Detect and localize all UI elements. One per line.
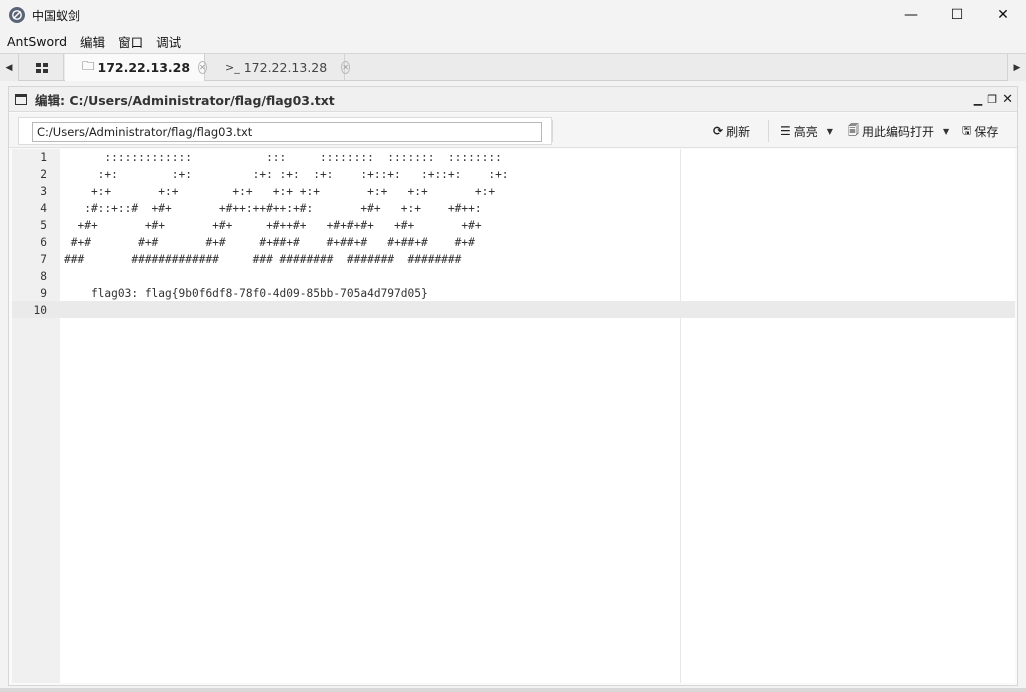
code-line: 4 :#::+::# +#+ +#++:++#++:+#: +#+ +:+ +#… [12,200,1015,217]
code-line: 5 +#+ +#+ +#+ +#++#+ +#+#+#+ +#+ +#+ [12,217,1015,234]
window-title: 中国蚁剑 [32,8,81,23]
chevron-down-icon: ▼ [826,126,833,136]
line-number: 7 [40,253,47,266]
line-number: 5 [40,219,47,232]
editor-panel: 编辑: C:/Users/Administrator/flag/flag03.t… [8,86,1018,686]
tab-scroll-left-button[interactable]: ◀ [0,54,19,81]
line-text: :+: :+: :+: :+: :+: :+::+: :+::+: :+: [64,168,509,181]
tab-file-manager[interactable]: 🗀 172.22.13.28 ✕ [65,54,207,81]
line-number: 1 [40,151,47,164]
open-file-icon: 🗐 [848,123,859,137]
tab-close-icon[interactable]: ✕ [341,61,350,74]
refresh-button[interactable]: ⟳ 刷新 [713,121,750,141]
code-line: 2 :+: :+: :+: :+: :+: :+::+: :+::+: :+: [12,166,1015,183]
maximize-button[interactable]: ☐ [934,0,980,30]
line-text: flag03: flag{9b0f6df8-78f0-4d09-85bb-705… [64,287,428,300]
panel-title: 编辑: C:/Users/Administrator/flag/flag03.t… [35,92,335,108]
save-label: 保存 [974,124,999,139]
code-line: 8 [12,268,1015,285]
minimize-icon: — [904,7,918,23]
tab-label: 172.22.13.28 [243,60,328,75]
list-icon: ☰ [780,124,791,138]
window-bottom-edge [0,688,1026,692]
tab-scroll-right-button[interactable]: ▶ [1007,54,1026,81]
line-number: 10 [33,304,47,317]
tab-terminal[interactable]: >_ 172.22.13.28 ✕ [205,54,350,81]
maximize-icon: ☐ [950,7,964,23]
line-text: ::::::::::::: ::: :::::::: ::::::: :::::… [64,151,502,164]
line-number: 4 [40,202,47,215]
line-number: 9 [40,287,47,300]
code-line: 9 flag03: flag{9b0f6df8-78f0-4d09-85bb-7… [12,285,1015,302]
close-icon: ✕ [997,7,1009,23]
highlight-label: 高亮 [793,124,818,139]
menu-antsword[interactable]: AntSword [0,34,73,49]
panel-restore-icon[interactable]: ❐ [987,93,997,106]
line-text: :#::+::# +#+ +#++:++#++:+#: +#+ +:+ +#++… [64,202,482,215]
code-editor[interactable]: 1 ::::::::::::: ::: :::::::: ::::::: :::… [12,149,1015,683]
tab-bar: ◀ 🗀 172.22.13.28 ✕ >_ 172.22.13.28 ✕ ▶ [0,53,1026,81]
refresh-label: 刷新 [726,124,751,139]
menu-window[interactable]: 窗口 [111,32,149,51]
editor-toolbar: ⟳ 刷新 ☰ 高亮 ▼ 🗐 用此编码打开 ▼ 🖫 保存 [9,113,1017,148]
window-icon [15,93,27,105]
chevron-down-icon: ▼ [943,126,950,136]
line-text: ### ############# ### ######## ####### #… [64,253,462,266]
code-line: 1 ::::::::::::: ::: :::::::: ::::::: :::… [12,149,1015,166]
menu-bar: AntSword 编辑 窗口 调试 [0,30,1026,52]
save-button[interactable]: 🖫 保存 [962,121,998,141]
panel-close-icon[interactable]: ✕ [1002,92,1013,107]
open-with-encoding-dropdown[interactable]: 🗐 用此编码打开 ▼ [848,121,949,141]
highlight-dropdown[interactable]: ☰ 高亮 ▼ [780,121,833,141]
grid-icon [35,62,48,73]
code-line: 7 ### ############# ### ######## ####### … [12,251,1015,268]
path-box [18,117,552,145]
panel-header: 编辑: C:/Users/Administrator/flag/flag03.t… [9,87,1017,112]
folder-icon: 🗀 [82,58,95,73]
line-text: +:+ +:+ +:+ +:+ +:+ +:+ +:+ +:+ [64,185,496,198]
open-encoding-label: 用此编码打开 [862,124,935,139]
save-icon: 🖫 [962,123,972,137]
line-text: +#+ +#+ +#+ +#++#+ +#+#+#+ +#+ +#+ [64,219,482,232]
antsword-logo-icon [9,7,25,23]
refresh-icon: ⟳ [713,124,724,138]
panel-controls: ▁ ❐ ✕ [974,87,1013,112]
terminal-icon: >_ [225,61,240,74]
code-line-active: 10 [12,302,1015,319]
title-bar: 中国蚁剑 — ☐ ✕ [0,0,1026,30]
panel-minimize-icon[interactable]: ▁ [974,93,982,106]
line-number: 3 [40,185,47,198]
minimize-button[interactable]: — [888,0,934,30]
path-input[interactable] [32,122,542,142]
code-line: 3 +:+ +:+ +:+ +:+ +:+ +:+ +:+ +:+ [12,183,1015,200]
menu-debug[interactable]: 调试 [149,32,187,51]
line-number: 8 [40,270,47,283]
window-controls: — ☐ ✕ [888,0,1026,30]
line-number: 2 [40,168,47,181]
close-button[interactable]: ✕ [980,0,1026,30]
code-line: 6 #+# #+# #+# #+##+# #+##+# #+##+# #+# [12,234,1015,251]
menu-edit[interactable]: 编辑 [73,32,111,51]
tab-label: 172.22.13.28 [97,60,191,75]
line-number: 6 [40,236,47,249]
line-text: #+# #+# #+# #+##+# #+##+# #+##+# #+# [64,236,475,249]
tab-home-grid[interactable] [20,54,64,81]
